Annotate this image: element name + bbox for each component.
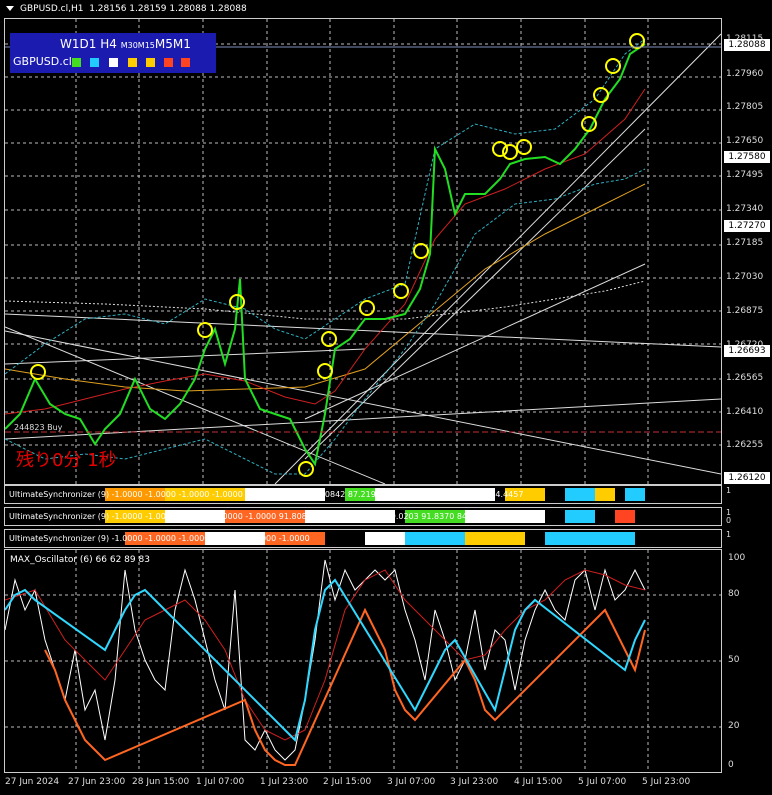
timeframe-buttons[interactable]: W1D1 H4 M30M15M5M1 [60, 37, 191, 51]
tf-w1d1[interactable]: W1D1 [60, 37, 96, 51]
swatch-green [72, 58, 81, 67]
swatch-white [109, 58, 118, 67]
time-tick: 3 Jul 07:00 [387, 777, 436, 787]
price-chart-svg [4, 19, 722, 485]
swatch-yellow-2 [146, 58, 155, 67]
swatch-red [164, 58, 173, 67]
time-tick: 5 Jul 23:00 [642, 777, 691, 787]
time-tick: 28 Jun 15:00 [132, 777, 190, 787]
panel-symbol: GBPUSD.cl [13, 55, 72, 68]
swatch-yellow [128, 58, 137, 67]
osc-scale-tick: 20 [728, 721, 740, 731]
time-tick: 27 Jun 23:00 [68, 777, 126, 787]
price-candles [4, 43, 646, 467]
tf-m5m1[interactable]: M5M1 [155, 37, 191, 51]
oscillator-label: MAX_Oscillator (6) 66 62 89 83 [10, 555, 150, 565]
chart-menu-triangle-icon[interactable] [6, 6, 14, 11]
osc-scale-tick: 50 [728, 655, 740, 665]
band-scale-bottom: 0 [726, 516, 732, 525]
main-price-chart[interactable] [4, 18, 722, 485]
tf-h4[interactable]: H4 [100, 37, 117, 51]
time-tick: 4 Jul 15:00 [514, 777, 563, 787]
price-tick: 1.27805 [726, 102, 764, 112]
bollinger-upper [4, 38, 646, 375]
osc-orange-line [44, 607, 646, 766]
time-tick: 1 Jul 23:00 [260, 777, 309, 787]
time-tick: 5 Jul 07:00 [578, 777, 627, 787]
price-tick: 1.27495 [726, 170, 764, 180]
price-tick: 1.27960 [726, 69, 764, 79]
level-price-box: 1.26693 [724, 345, 770, 357]
order-type: Buy [47, 423, 63, 432]
oscillator-panel[interactable] [4, 549, 722, 773]
price-tick: 1.26875 [726, 306, 764, 316]
tf-m30m15[interactable]: M30M15 [121, 41, 155, 50]
synchronizer-band-2[interactable]: UltimateSynchronizer (9) -1.0000 -1.0000… [4, 507, 722, 526]
bollinger-lower [4, 168, 646, 475]
osc-cyan-line [4, 578, 646, 742]
price-tick: 1.27185 [726, 238, 764, 248]
time-tick: 3 Jul 23:00 [450, 777, 499, 787]
chart-title: GBPUSD.cl,H1 1.28156 1.28159 1.28088 1.2… [20, 4, 247, 14]
price-tick: 1.27030 [726, 272, 764, 282]
synchronizer-band-3[interactable]: UltimateSynchronizer (9) -1.0000 -1.0000… [4, 529, 722, 548]
price-tick: 1.27340 [726, 204, 764, 214]
order-label: 244823 Buy [14, 423, 62, 432]
osc-scale-tick: 80 [728, 589, 740, 599]
ohlc-values: 1.28156 1.28159 1.28088 1.28088 [89, 4, 247, 14]
band-scale-top: 1 [726, 530, 732, 539]
level-price-box: 1.27270 [724, 220, 770, 232]
osc-scale-tick: 100 [728, 553, 746, 563]
price-tick: 1.26410 [726, 407, 764, 417]
osc-scale-tick: 0 [728, 760, 734, 770]
time-tick: 2 Jul 15:00 [323, 777, 372, 787]
swatch-red-2 [181, 58, 190, 67]
price-tick: 1.26565 [726, 373, 764, 383]
trend-lines [4, 33, 722, 485]
symbol-timeframe: GBPUSD.cl,H1 [20, 4, 84, 14]
band-scale-top: 1 [726, 486, 732, 495]
long-ma-dotted [4, 280, 646, 320]
time-tick: 27 Jun 2024 [5, 777, 60, 787]
oscillator-svg [4, 550, 721, 772]
red-ma [4, 88, 646, 415]
signal-circles [30, 33, 645, 477]
band-label: UltimateSynchronizer (9) -1.0000 -1.0000… [9, 490, 524, 499]
price-tick: 1.26255 [726, 440, 764, 450]
synchronizer-band-1[interactable]: UltimateSynchronizer (9) -1.0000 -1.0000… [4, 485, 722, 504]
order-price: 244823 [14, 423, 45, 432]
level-price-box: 1.26120 [724, 472, 770, 484]
price-tick: 1.27650 [726, 136, 764, 146]
level-price-box: 1.27580 [724, 151, 770, 163]
candle-countdown: 残り0分 1秒 [16, 450, 117, 471]
swatch-cyan [90, 58, 99, 67]
current-price-box: 1.28088 [724, 39, 770, 51]
time-tick: 1 Jul 07:00 [196, 777, 245, 787]
band-label: UltimateSynchronizer (9) -1.0000 -1.0000… [9, 534, 310, 543]
band-label: UltimateSynchronizer (9) -1.0000 -1.0000… [9, 512, 490, 521]
